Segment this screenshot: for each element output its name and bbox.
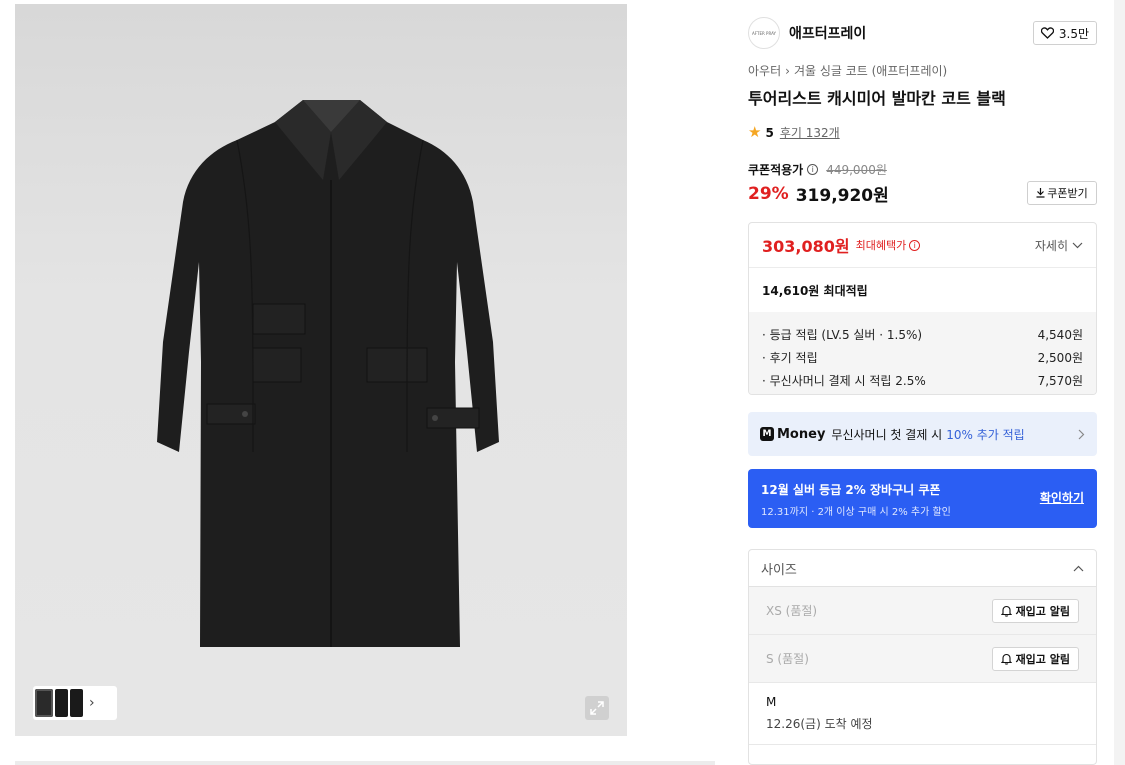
delivery-eta: 12.26(금) 도착 예정	[766, 717, 873, 731]
chevron-down-icon	[1072, 242, 1083, 248]
product-title: 투어리스트 캐시미어 발마칸 코트 블랙	[748, 89, 1006, 108]
divider	[15, 761, 715, 765]
expand-icon[interactable]	[585, 696, 609, 720]
coupon-promo-title: 12월 실버 등급 2% 장바구니 쿠폰	[761, 483, 941, 497]
money-promo-text: 무신사머니 첫 결제 시	[831, 427, 943, 442]
like-button[interactable]: 3.5만	[1032, 21, 1097, 45]
points-item-value: 4,540원	[1037, 328, 1083, 342]
max-benefit-price: 303,080원	[762, 237, 850, 256]
money-badge-icon: M	[760, 427, 774, 441]
size-option-label: XS (품절)	[766, 604, 818, 618]
coupon-promo-subtitle: 12.31까지 · 2개 이상 구매 시 2% 추가 할인	[761, 507, 951, 518]
price-label-row: 쿠폰적용가 i 449,000원	[748, 161, 887, 178]
product-gallery: ›	[15, 4, 627, 736]
rating-row: ★ 5 후기 132개	[748, 124, 840, 141]
size-option-label: S (품절)	[766, 652, 809, 666]
chevron-right-icon	[1078, 429, 1085, 439]
chevron-right-icon[interactable]: ›	[89, 696, 95, 710]
coupon-confirm-link[interactable]: 확인하기	[1040, 489, 1084, 506]
size-selector-header[interactable]: 사이즈	[749, 550, 1096, 587]
money-promo-banner[interactable]: M Money 무신사머니 첫 결제 시 10% 추가 적립	[748, 412, 1097, 456]
benefit-box: 303,080원 최대혜택가 i 자세히 14,610원 최대적립 · 등급 적…	[748, 222, 1097, 395]
money-logo-text: Money	[777, 426, 826, 442]
points-item-label: · 후기 적립	[762, 351, 818, 365]
size-option-label: M	[766, 695, 777, 709]
review-link[interactable]: 후기 132개	[780, 124, 840, 141]
price-row: 29% 319,920원	[748, 181, 889, 207]
points-total: 14,610원 최대적립	[762, 283, 868, 298]
money-promo-highlight: 10% 추가 적립	[946, 427, 1025, 442]
points-item-value: 7,570원	[1037, 374, 1083, 388]
bell-icon	[1000, 605, 1012, 617]
breadcrumb-root[interactable]: 아우터	[748, 62, 781, 79]
chevron-up-icon	[1073, 565, 1084, 571]
benefit-detail-label: 자세히	[1034, 238, 1068, 253]
size-option-m[interactable]: M 12.26(금) 도착 예정	[749, 683, 1096, 745]
download-icon	[1036, 188, 1045, 198]
points-item-value: 2,500원	[1037, 351, 1083, 365]
coupon-download-label: 쿠폰받기	[1047, 187, 1088, 200]
benefit-detail-button[interactable]: 자세히	[1035, 237, 1083, 254]
brand-logo[interactable]: AFTER PRAY	[748, 17, 780, 49]
brand-row: AFTER PRAY 애프터프레이 3.5만	[748, 16, 1097, 50]
size-selector: 사이즈 XS (품절) 재입고 알림 S (품절) 재입고 알림 M 12.26…	[748, 549, 1097, 765]
benefit-header: 303,080원 최대혜택가 i 자세히	[749, 223, 1096, 268]
points-item: · 무신사머니 결제 시 적립 2.5% 7,570원	[762, 369, 1083, 392]
current-price: 319,920원	[795, 186, 889, 206]
points-item: · 후기 적립 2,500원	[762, 346, 1083, 369]
max-benefit-label: 최대혜택가 i	[856, 237, 921, 253]
bell-icon	[1000, 653, 1012, 665]
coupon-price-label: 쿠폰적용가	[748, 163, 804, 177]
product-info-panel: AFTER PRAY 애프터프레이 3.5만 아우터 › 겨울 싱글 코트 (애…	[733, 4, 1113, 765]
thumbnail-images[interactable]	[35, 689, 83, 717]
breadcrumb-separator-icon: ›	[785, 63, 790, 78]
brand-name[interactable]: 애프터프레이	[789, 23, 866, 43]
thumbnail-strip[interactable]: ›	[33, 686, 117, 720]
discount-rate: 29%	[748, 183, 789, 204]
money-logo: M Money	[760, 427, 825, 442]
heart-icon	[1040, 27, 1054, 39]
like-count: 3.5만	[1058, 26, 1089, 41]
restock-alert-button[interactable]: 재입고 알림	[991, 646, 1079, 671]
size-option-s[interactable]: S (품절) 재입고 알림	[749, 635, 1096, 683]
star-icon: ★	[748, 123, 762, 141]
info-icon[interactable]: i	[807, 164, 819, 175]
restock-alert-button[interactable]: 재입고 알림	[991, 598, 1079, 623]
points-item-label: · 등급 적립 (LV.5 실버 · 1.5%)	[762, 328, 923, 342]
size-selector-label: 사이즈	[761, 562, 797, 578]
coupon-download-button[interactable]: 쿠폰받기	[1027, 181, 1097, 205]
restock-alert-label: 재입고 알림	[1015, 652, 1070, 666]
restock-alert-label: 재입고 알림	[1015, 604, 1070, 618]
breadcrumb-category[interactable]: 겨울 싱글 코트 (애프터프레이)	[794, 62, 947, 79]
max-benefit-label-text: 최대혜택가	[855, 239, 907, 252]
original-price: 449,000원	[826, 163, 887, 177]
info-icon[interactable]: i	[909, 239, 921, 251]
coupon-promo-banner: 12월 실버 등급 2% 장바구니 쿠폰 12.31까지 · 2개 이상 구매 …	[748, 469, 1097, 528]
rating-score: 5	[765, 125, 774, 140]
points-item: · 등급 적립 (LV.5 실버 · 1.5%) 4,540원	[762, 323, 1083, 346]
size-option-xs[interactable]: XS (품절) 재입고 알림	[749, 587, 1096, 635]
breadcrumb: 아우터 › 겨울 싱글 코트 (애프터프레이)	[748, 62, 947, 79]
page-edge	[1114, 0, 1125, 765]
product-image	[157, 100, 499, 647]
points-list: · 등급 적립 (LV.5 실버 · 1.5%) 4,540원 · 후기 적립 …	[749, 312, 1096, 394]
points-item-label: · 무신사머니 결제 시 적립 2.5%	[762, 374, 926, 388]
